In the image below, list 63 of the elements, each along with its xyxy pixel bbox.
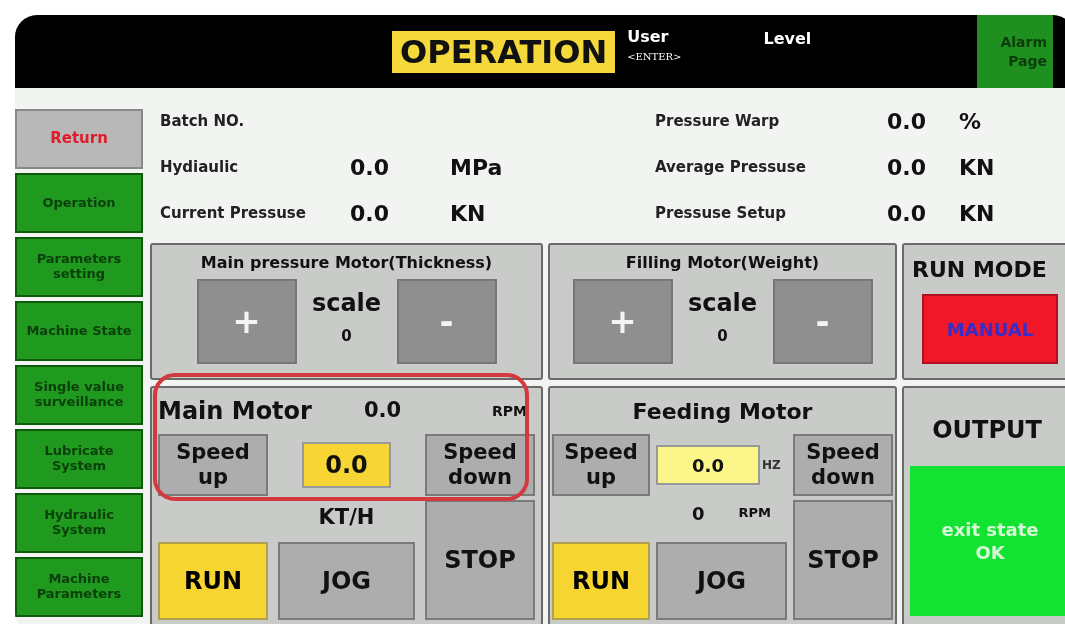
panel-title: OUTPUT (931, 415, 1043, 446)
reading-label: Current Pressuse (160, 202, 307, 224)
jog-button[interactable]: JOG (656, 542, 787, 620)
stop-button[interactable]: STOP (793, 500, 893, 620)
reading-label: Hydiaulic (160, 156, 240, 178)
reading-value: 0.0 (887, 153, 927, 182)
rpm-value: 0.0 (363, 397, 402, 425)
scale-label: scale (311, 288, 382, 319)
run-button[interactable]: RUN (552, 542, 650, 620)
panel-title: Filling Motor(Weight) (624, 252, 821, 274)
reading-label: Pressure Warp (655, 110, 781, 132)
sidebar-item[interactable]: Machine Parameters (15, 557, 143, 617)
reading-label: Batch NO. (160, 110, 246, 132)
rpm-value: 0 (692, 501, 705, 526)
sidebar-item[interactable]: Single value surveillance (15, 365, 143, 425)
plus-button[interactable]: + (572, 279, 673, 364)
sidebar-item[interactable]: Lubricate System (15, 429, 143, 489)
output-status: exit state OK (910, 466, 1065, 616)
stop-button[interactable]: STOP (425, 500, 535, 620)
minus-button[interactable]: - (396, 279, 497, 364)
screen-title: OPERATION (392, 30, 616, 73)
sidebar-item[interactable]: Machine State (15, 301, 143, 361)
reading-value: 0.0 (350, 199, 390, 228)
panel-title: Main pressure Motor(Thickness) (199, 252, 494, 274)
rpm-unit: RPM (492, 401, 527, 421)
reading-unit: KN (959, 199, 996, 228)
return-button[interactable]: Return (15, 109, 143, 169)
scale-value: 0 (717, 326, 728, 347)
speed-unit: KT/H (318, 504, 375, 530)
plus-button[interactable]: + (196, 279, 297, 364)
speed-down-button[interactable]: Speed down (793, 434, 893, 496)
reading-value: 0.0 (887, 199, 927, 228)
jog-button[interactable]: JOG (278, 542, 415, 620)
run-button[interactable]: RUN (158, 542, 268, 620)
scale-value: 0 (341, 326, 352, 347)
sidebar-item[interactable]: Operation (15, 173, 143, 233)
rpm-unit: RPM (738, 504, 771, 523)
reading-value: 0.0 (887, 107, 927, 136)
reading-label: Average Pressuse (655, 156, 807, 178)
scale-label: scale (687, 288, 758, 319)
panel-title: RUN MODE (911, 256, 1048, 284)
speed-value: 0.0 (302, 442, 391, 488)
reading-unit: MPa (450, 153, 504, 182)
reading-label: Pressuse Setup (655, 202, 787, 224)
speed-up-button[interactable]: Speed up (158, 434, 268, 496)
sidebar-item[interactable]: Parameters setting (15, 237, 143, 297)
minus-button[interactable]: - (772, 279, 873, 364)
reading-unit: % (959, 107, 983, 136)
reading-unit: KN (959, 153, 996, 182)
speed-value: 0.0 (656, 445, 760, 485)
panel-title: Feeding Motor (632, 397, 813, 426)
manual-mode-button[interactable]: MANUAL (922, 294, 1058, 364)
speed-down-button[interactable]: Speed down (425, 434, 535, 496)
user-value[interactable]: <ENTER> (627, 49, 682, 64)
speed-unit: HZ (762, 457, 781, 474)
panel-title: Main Motor (158, 396, 312, 427)
alarm-page-button[interactable]: Alarm Page (977, 15, 1053, 88)
reading-unit: KN (450, 199, 487, 228)
level-label: Level (763, 28, 812, 50)
reading-value: 0.0 (350, 153, 390, 182)
user-label: User (627, 26, 670, 48)
sidebar-item[interactable]: Hydraulic System (15, 493, 143, 553)
speed-up-button[interactable]: Speed up (552, 434, 650, 496)
